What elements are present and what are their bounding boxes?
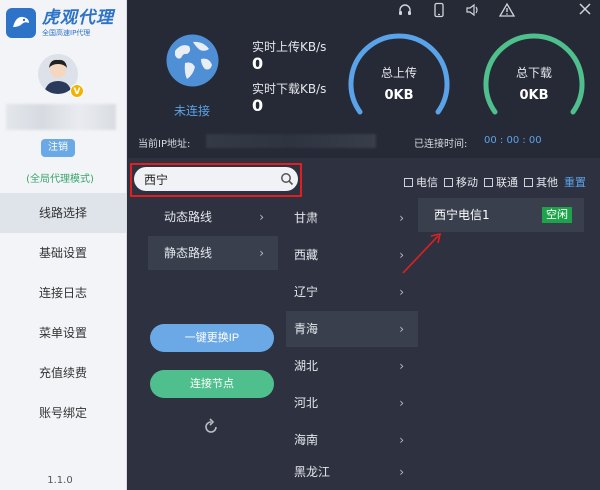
upload-rate-value: 0 — [252, 54, 264, 73]
upload-rate-label: 实时上传KB/s — [252, 40, 327, 54]
sidebar-item-route-select[interactable]: 线路选择 — [0, 193, 126, 233]
province-item-active[interactable]: 青海 › — [286, 311, 418, 347]
switch-ip-button[interactable]: 一键更换IP — [150, 324, 274, 352]
total-download-label: 总下载 — [515, 66, 552, 80]
checkbox[interactable] — [404, 177, 413, 187]
sidebar-item-recharge[interactable]: 充值续费 — [0, 353, 126, 393]
carrier-filters: 电信 移动 联通 其他 重置 — [404, 174, 586, 190]
total-upload-label: 总上传 — [380, 66, 417, 80]
connection-status: 未连接 — [173, 104, 210, 118]
chevron-right-icon: › — [259, 210, 264, 224]
chevron-right-icon: › — [259, 246, 264, 260]
sidebar-item-basic-settings[interactable]: 基础设置 — [0, 233, 126, 273]
province-item[interactable]: 河北 › — [286, 385, 418, 421]
download-rate-value: 0 — [252, 96, 264, 115]
chevron-right-icon: › — [399, 396, 404, 410]
current-ip-masked — [206, 134, 376, 148]
sidebar-item-account-binding[interactable]: 账号绑定 — [0, 393, 126, 433]
route-selection-panel: 电信 移动 联通 其他 重置 动态路线› 静态路线› 甘肃› 西藏› 辽宁› 青… — [128, 158, 600, 490]
province-item[interactable]: 黑龙江 › — [286, 454, 418, 490]
filter-other[interactable]: 其他 — [524, 174, 558, 190]
connected-time-value: 00 : 00 : 00 — [484, 135, 542, 146]
checkbox[interactable] — [484, 177, 493, 187]
proxy-mode-label: (全局代理模式) — [26, 174, 94, 185]
logo-title: 虎观代理 — [42, 7, 114, 28]
version-label: 1.1.0 — [47, 475, 73, 486]
total-download-value: 0KB — [519, 88, 549, 103]
province-item[interactable]: 海南 › — [286, 422, 418, 458]
filter-mobile[interactable]: 移动 — [444, 174, 478, 190]
reset-filters-link[interactable]: 重置 — [564, 174, 586, 190]
checkbox[interactable] — [444, 177, 453, 187]
total-upload-value: 0KB — [384, 88, 414, 103]
logo-subtitle: 全国高速IP代理 — [42, 28, 91, 37]
tiger-logo-icon — [6, 8, 36, 38]
chevron-right-icon: › — [399, 465, 404, 479]
logout-button[interactable]: 注销 — [41, 139, 75, 157]
status-badge: 空闲 — [542, 207, 572, 223]
filter-telecom[interactable]: 电信 — [404, 174, 438, 190]
province-item[interactable]: 辽宁 › — [286, 274, 418, 310]
chevron-right-icon: › — [399, 359, 404, 373]
node-item[interactable]: 西宁电信1 空闲 — [418, 198, 584, 232]
province-item[interactable]: 湖北 › — [286, 348, 418, 384]
stats-panel: 未连接 实时上传KB/s 0 实时下载KB/s 0 总上传 0KB 总下载 0K… — [128, 0, 600, 158]
vip-badge: V — [70, 84, 84, 98]
search-input[interactable] — [144, 169, 264, 189]
route-dynamic[interactable]: 动态路线 › — [148, 200, 278, 234]
search-icon[interactable] — [280, 172, 294, 186]
connect-node-button[interactable]: 连接节点 — [150, 370, 274, 398]
chevron-right-icon: › — [399, 285, 404, 299]
checkbox[interactable] — [524, 177, 533, 187]
sidebar-item-menu-settings[interactable]: 菜单设置 — [0, 313, 126, 353]
filter-unicom[interactable]: 联通 — [484, 174, 518, 190]
refresh-icon[interactable] — [202, 418, 220, 436]
sidebar-item-connection-log[interactable]: 连接日志 — [0, 273, 126, 313]
annotation-arrow-icon — [402, 232, 442, 274]
sidebar: 虎观代理 全国高速IP代理 V 注销 (全局代理模式) 线路选择 基础设置 连接… — [0, 0, 127, 490]
search-box[interactable] — [134, 167, 298, 191]
connected-time-label: 已连接时间: — [414, 139, 468, 150]
chevron-right-icon: › — [399, 433, 404, 447]
chevron-right-icon: › — [399, 322, 404, 336]
download-rate-label: 实时下载KB/s — [252, 82, 327, 96]
node-name: 西宁电信1 — [434, 208, 490, 222]
app-logo: 虎观代理 全国高速IP代理 — [6, 6, 122, 40]
route-static[interactable]: 静态路线 › — [148, 236, 278, 270]
globe-icon — [165, 33, 220, 88]
current-ip-label: 当前IP地址: — [138, 139, 191, 150]
username-masked — [6, 104, 116, 130]
